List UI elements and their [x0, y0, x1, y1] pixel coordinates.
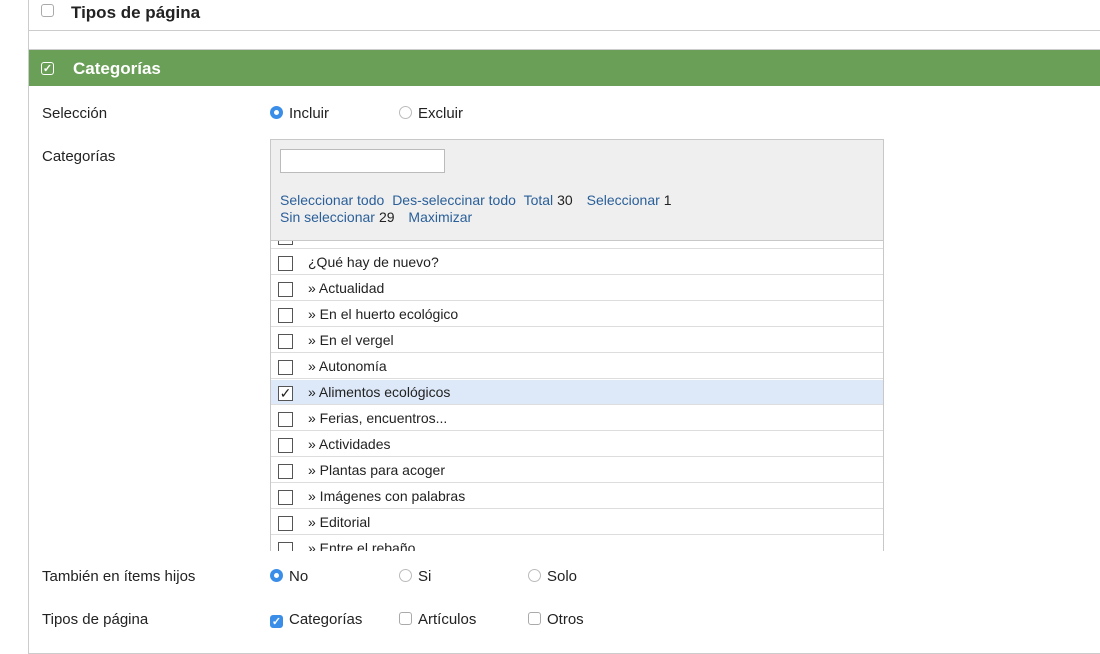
category-list-item[interactable]: » Ferias, encuentros...: [271, 406, 883, 431]
category-checkbox-checked[interactable]: ✓: [278, 386, 293, 401]
unselected-count: 29: [378, 209, 395, 225]
category-item-label: ¿Qué hay de nuevo?: [308, 254, 439, 270]
category-item-label: » Editorial: [308, 514, 371, 530]
category-list-item[interactable]: » Autonomía: [271, 354, 883, 379]
selector-actions: Seleccionar todo Des-seleccinar todo Tot…: [280, 192, 870, 226]
checkbox-categorias-box: ✓: [270, 615, 283, 628]
category-item-label: » En el huerto ecológico: [308, 306, 459, 322]
radio-no-indicator: [270, 569, 283, 582]
categories-label: Categorías: [42, 148, 116, 165]
categorias-panel-title: Categorías: [73, 59, 161, 78]
category-item-label: » Ferias, encuentros...: [308, 410, 448, 426]
category-list-item[interactable]: » Imágenes con palabras: [271, 484, 883, 509]
category-search-input[interactable]: [280, 149, 445, 173]
category-checkbox[interactable]: [278, 438, 293, 453]
category-item-label: » Alimentos ecológicos: [308, 384, 451, 400]
category-item-label: » Actividades: [308, 436, 391, 452]
category-item-label: » Entre el rebaño: [308, 540, 416, 551]
checkbox-otros[interactable]: Otros: [528, 611, 584, 628]
radio-incluir-indicator: [270, 106, 283, 119]
selected-count: 1: [663, 192, 672, 208]
category-checkbox[interactable]: [278, 464, 293, 479]
category-list-item[interactable]: [271, 241, 883, 249]
category-item-label: » Plantas para acoger: [308, 462, 445, 478]
category-list-item[interactable]: » Actualidad: [271, 276, 883, 301]
category-list-item[interactable]: » Editorial: [271, 510, 883, 535]
category-item-label: » Actualidad: [308, 280, 385, 296]
page-types-label: Tipos de página: [42, 611, 149, 628]
selection-label: Selección: [42, 105, 108, 122]
category-checkbox[interactable]: [278, 412, 293, 427]
selected-link[interactable]: Seleccionar: [587, 192, 660, 208]
category-list-item[interactable]: ✓ » Alimentos ecológicos: [271, 380, 883, 405]
category-checkbox[interactable]: [278, 542, 293, 551]
radio-excluir[interactable]: Excluir: [399, 105, 463, 122]
total-link[interactable]: Total: [524, 192, 554, 208]
category-item-label: » Imágenes con palabras: [308, 488, 466, 504]
category-checkbox[interactable]: [278, 516, 293, 531]
categorias-toggle-checkbox[interactable]: ✓: [41, 62, 54, 75]
category-checkbox[interactable]: [278, 308, 293, 323]
categorias-panel: ✓ Categorías Selección Incluir Excluir C…: [28, 49, 1100, 654]
category-list-item[interactable]: » En el huerto ecológico: [271, 302, 883, 327]
category-list-item[interactable]: ¿Qué hay de nuevo?: [271, 250, 883, 275]
checkbox-categorias[interactable]: ✓ Categorías: [270, 611, 362, 628]
radio-si-indicator: [399, 569, 412, 582]
checkbox-otros-box: [528, 612, 541, 625]
select-all-link[interactable]: Seleccionar todo: [280, 192, 384, 208]
category-list-item[interactable]: » Plantas para acoger: [271, 458, 883, 483]
radio-si[interactable]: Si: [399, 568, 431, 585]
categorias-panel-header[interactable]: ✓ Categorías: [29, 50, 1100, 86]
radio-no[interactable]: No: [270, 568, 308, 585]
category-list-item[interactable]: » Entre el rebaño: [271, 536, 883, 551]
radio-solo-indicator: [528, 569, 541, 582]
tipos-de-pagina-toggle-checkbox[interactable]: [41, 4, 54, 17]
category-checkbox[interactable]: [278, 256, 293, 271]
tipos-de-pagina-panel: Tipos de página: [28, 0, 1100, 31]
radio-excluir-indicator: [399, 106, 412, 119]
category-checkbox[interactable]: [278, 360, 293, 375]
total-count: 30: [557, 192, 573, 208]
category-checkbox[interactable]: [278, 282, 293, 297]
category-list-item[interactable]: » En el vergel: [271, 328, 883, 353]
radio-incluir[interactable]: Incluir: [270, 105, 329, 122]
deselect-all-link[interactable]: Des-seleccinar todo: [392, 192, 516, 208]
radio-solo[interactable]: Solo: [528, 568, 577, 585]
child-items-label: También en ítems hijos: [42, 568, 196, 585]
category-checkbox[interactable]: [278, 334, 293, 349]
category-item-label: » Autonomía: [308, 358, 387, 374]
category-selector: Seleccionar todo Des-seleccinar todo Tot…: [270, 139, 884, 551]
category-list[interactable]: ¿Qué hay de nuevo? » Actualidad » En el hu…: [271, 240, 883, 551]
unselected-link[interactable]: Sin seleccionar: [280, 209, 375, 225]
category-checkbox[interactable]: [278, 490, 293, 505]
checkbox-articulos[interactable]: Artículos: [399, 611, 476, 628]
category-list-item[interactable]: » Actividades: [271, 432, 883, 457]
tipos-de-pagina-panel-title: Tipos de página: [71, 3, 201, 22]
maximize-link[interactable]: Maximizar: [408, 209, 472, 225]
checkbox-articulos-box: [399, 612, 412, 625]
category-item-label: » En el vergel: [308, 332, 394, 348]
category-checkbox[interactable]: [278, 241, 293, 245]
